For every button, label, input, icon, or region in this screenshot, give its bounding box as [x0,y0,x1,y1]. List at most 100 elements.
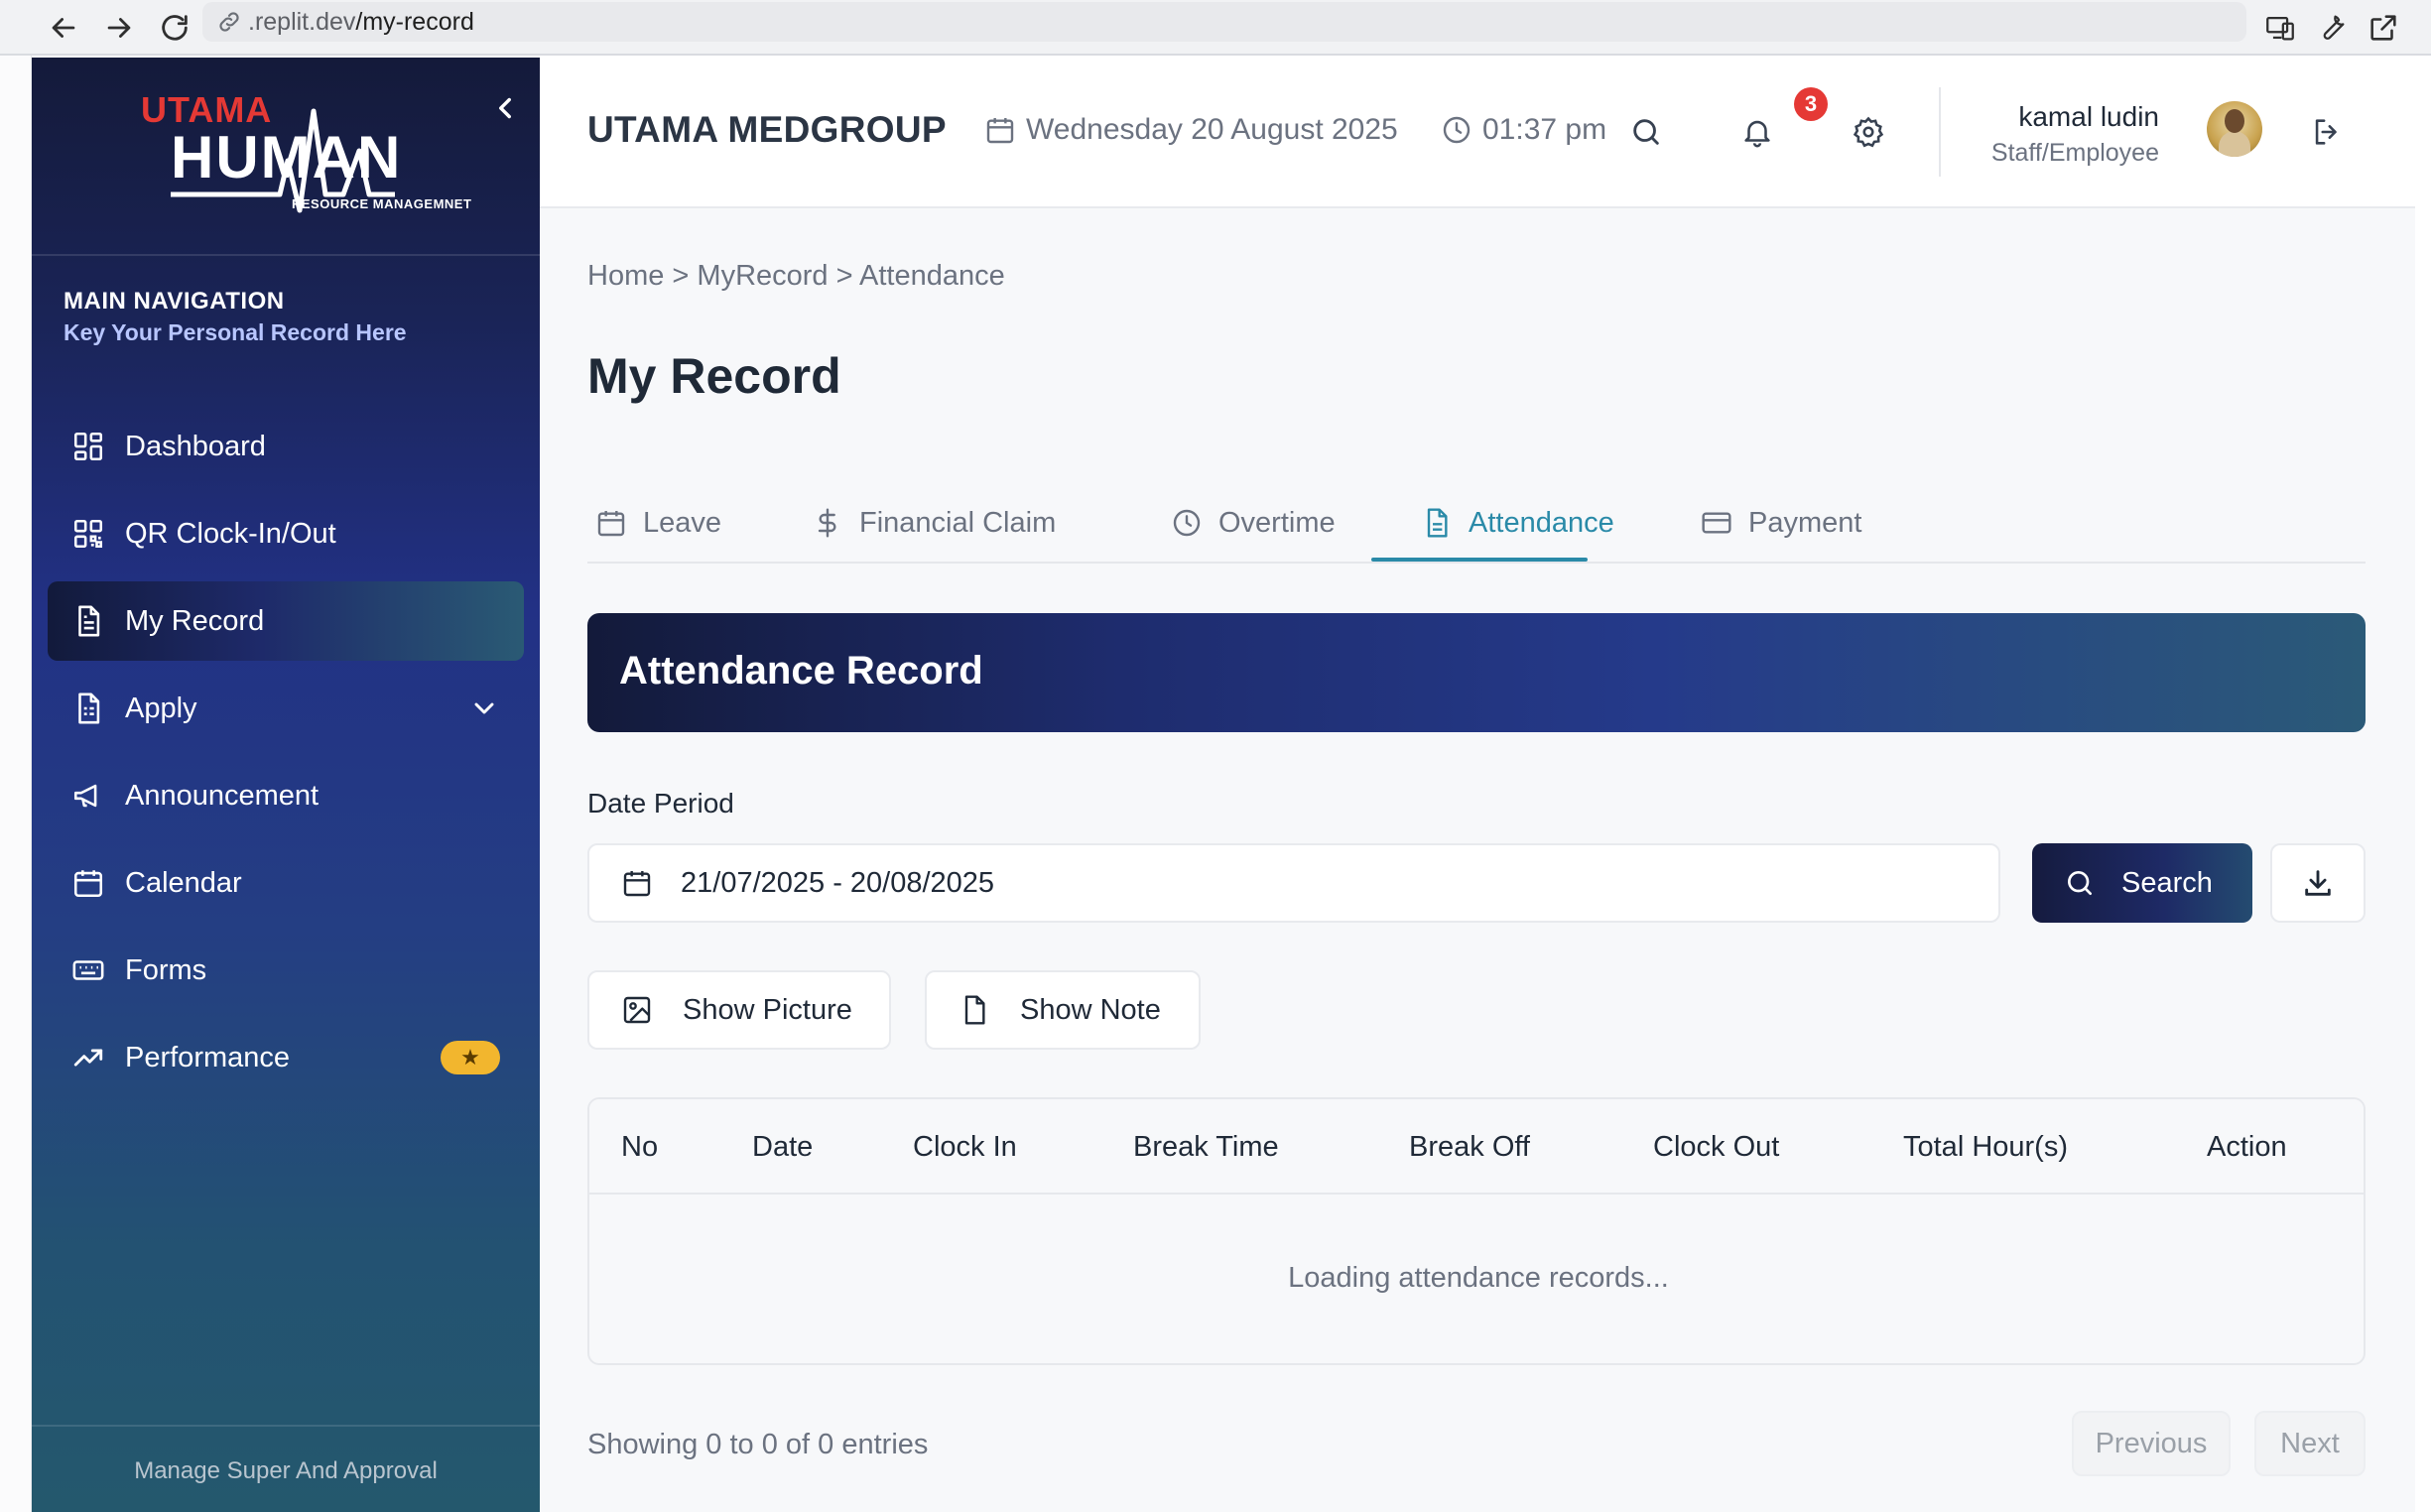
date-period-input[interactable]: 21/07/2025 - 20/08/2025 [587,843,2000,923]
show-note-button[interactable]: Show Note [925,970,1201,1050]
tab-attendance[interactable]: Attendance [1421,482,1614,564]
collapse-sidebar-button[interactable] [488,91,522,125]
main-content: Home > MyRecord > Attendance My Record L… [540,208,2415,1512]
chevron-down-icon [474,702,494,714]
search-icon [2068,871,2092,895]
previous-page-button[interactable]: Previous [2072,1411,2231,1476]
active-tab-indicator [1371,558,1588,562]
user-role: Staff/Employee [1990,139,2159,167]
sidebar-item-apply[interactable]: Apply [48,669,524,748]
search-button-label: Search [2121,866,2213,899]
column-header-action: Action [2207,1131,2287,1163]
keyboard-icon [72,960,104,980]
settings-button[interactable] [1844,107,1893,157]
address-bar[interactable]: .replit.dev/my-record [202,2,2246,42]
search-button[interactable] [1621,107,1671,157]
clock-icon [1173,509,1201,537]
current-time: 01:37 pm [1441,113,1606,147]
sidebar-item-my-record[interactable]: My Record [48,581,524,661]
column-header-no: No [621,1131,659,1163]
calendar-icon [623,871,651,897]
current-date: Wednesday 20 August 2025 [984,113,1398,147]
tab-payment[interactable]: Payment [1701,482,1861,564]
nav-subheading: Key Your Personal Record Here [64,319,407,345]
window-edge [0,56,32,1512]
breadcrumb[interactable]: Home > MyRecord > Attendance [587,260,1005,293]
sidebar-item-label: Calendar [125,866,242,899]
date-text: Wednesday 20 August 2025 [1026,113,1398,146]
document-icon [78,605,100,637]
logout-icon [2315,119,2337,145]
download-icon [2305,870,2331,896]
top-header: UTAMA MEDGROUP Wednesday 20 August 2025 … [540,58,2415,208]
tab-leave[interactable]: Leave [595,482,721,564]
page-title: My Record [587,348,841,404]
tab-label: Attendance [1469,506,1614,539]
image-icon [623,996,651,1024]
sidebar-item-forms[interactable]: Forms [48,931,524,1010]
form-document-icon [78,693,100,724]
user-name[interactable]: kamal ludin [2018,101,2159,133]
document-icon [1427,508,1448,538]
company-name: UTAMA MEDGROUP [587,109,947,150]
column-header-break-off: Break Off [1409,1131,1530,1163]
dashboard-grid-icon [73,432,103,461]
calendar-icon [597,511,625,537]
sidebar-item-label: Dashboard [125,430,266,462]
notification-count-badge: 3 [1794,87,1828,121]
date-period-label: Date Period [587,788,734,819]
date-period-value: 21/07/2025 - 20/08/2025 [681,866,995,899]
column-header-total-hours: Total Hour(s) [1903,1131,2068,1163]
tab-label: Leave [643,506,722,539]
sidebar-item-dashboard[interactable]: Dashboard [48,407,524,486]
sidebar-item-label: Forms [125,953,207,986]
reload-icon[interactable] [155,8,194,48]
star-badge: ★ [441,1041,500,1074]
devices-icon[interactable] [2260,8,2300,48]
loading-message: Loading attendance records... [1288,1262,1669,1294]
time-text: 01:37 pm [1482,113,1607,146]
sidebar-item-calendar[interactable]: Calendar [48,843,524,923]
back-icon[interactable] [44,8,83,48]
logo-subtitle: RESOURCE MANAGEMNET [292,196,472,211]
sidebar-item-label: Performance [125,1041,291,1073]
tab-label: Overtime [1218,506,1336,539]
search-button[interactable]: Search [2032,843,2252,923]
notifications-button[interactable] [1732,107,1782,157]
trending-up-icon [73,1049,103,1067]
sidebar-item-qr-clock[interactable]: QR Clock-In/Out [48,494,524,573]
qr-code-icon [73,519,103,549]
forward-icon[interactable] [99,8,139,48]
sidebar: UTAMA HUMAN RESOURCE MANAGEMNET MAIN NAV… [32,58,540,1512]
sidebar-item-performance[interactable]: Performance ★ [48,1018,524,1097]
sidebar-footer[interactable]: Manage Super And Approval [32,1425,540,1512]
column-header-clock-in: Clock In [913,1131,1017,1163]
logout-button[interactable] [2302,107,2352,157]
nav-heading: MAIN NAVIGATION [64,288,285,315]
tab-financial-claim[interactable]: Financial Claim [812,482,1056,564]
column-header-date: Date [752,1131,814,1163]
tab-overtime[interactable]: Overtime [1171,482,1336,564]
wrench-icon[interactable] [2312,8,2352,48]
show-note-label: Show Note [1020,993,1161,1026]
open-external-icon[interactable] [2364,8,2403,48]
sidebar-item-label: My Record [125,604,265,637]
sidebar-item-announcement[interactable]: Announcement [48,756,524,835]
megaphone-icon [73,784,97,808]
dollar-icon [818,508,836,538]
calendar-icon [73,870,103,898]
next-page-button[interactable]: Next [2254,1411,2366,1476]
banner-title: Attendance Record [619,649,983,693]
download-button[interactable] [2270,843,2366,923]
table-header: No Date Clock In Break Time Break Off Cl… [589,1099,2364,1195]
logo-human-text: HUMAN [171,124,403,190]
browser-toolbar: .replit.dev/my-record [0,0,2431,56]
show-picture-button[interactable]: Show Picture [587,970,891,1050]
gear-icon [1853,116,1884,148]
bell-icon [1744,120,1770,148]
tab-label: Payment [1748,506,1862,539]
calendar-icon [986,118,1014,144]
tab-label: Financial Claim [859,506,1057,539]
avatar[interactable] [2207,101,2262,157]
url-text: .replit.dev/my-record [248,7,474,36]
